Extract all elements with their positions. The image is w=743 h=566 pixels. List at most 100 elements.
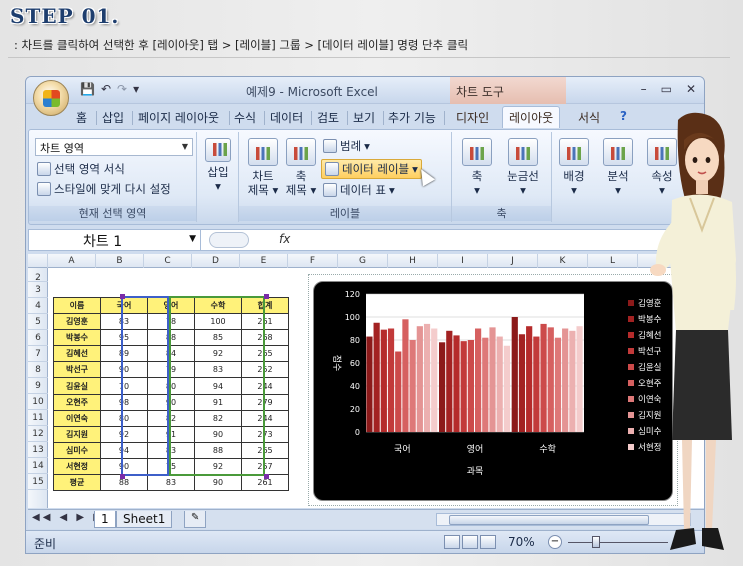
formula-expand-knob[interactable] (209, 232, 249, 248)
table-value-cell[interactable]: 265 (241, 345, 289, 363)
table-value-cell[interactable]: 83 (100, 313, 148, 331)
minimize-button[interactable]: – (641, 82, 647, 96)
bar[interactable] (395, 351, 402, 433)
bar[interactable] (562, 328, 569, 433)
bar[interactable] (373, 322, 380, 432)
bar[interactable] (460, 341, 467, 432)
column-header[interactable]: E (240, 254, 288, 268)
bar-chart[interactable]: 020406080100120국어 영어 수학과목점수김영훈박봉수김혜선박선구김윤실… (314, 282, 674, 502)
column-header[interactable]: L (588, 254, 638, 268)
bar[interactable] (576, 326, 583, 432)
bar[interactable] (526, 326, 533, 432)
sheet-tab-1[interactable]: 1 (94, 511, 116, 528)
table-value-cell[interactable]: 88 (194, 441, 242, 459)
bar[interactable] (431, 328, 438, 433)
name-box[interactable]: 차트 1 ▼ (29, 230, 201, 250)
insert-button[interactable]: 삽입 ▾ (202, 138, 234, 193)
table-value-cell[interactable]: 92 (194, 457, 242, 476)
background-button[interactable]: 배경 ▾ (557, 138, 591, 197)
score-table[interactable]: 이름 국어 영어 수학 합계 김영훈 83 78 100 261 박봉수 95 88 85 268 김혜선 89… (53, 296, 289, 492)
tab-insert[interactable]: 삽입 (102, 109, 124, 126)
table-name-cell[interactable]: 김혜선 (53, 345, 101, 363)
tab-format[interactable]: 서식 (578, 109, 600, 126)
analysis-button[interactable]: 분석 ▾ (601, 138, 635, 197)
row-header[interactable]: 2 (28, 274, 48, 283)
column-header[interactable]: F (288, 254, 338, 268)
tab-layout[interactable]: 레이아웃 (502, 106, 561, 128)
table-value-cell[interactable]: 273 (241, 425, 289, 443)
bar[interactable] (489, 327, 496, 432)
table-header-cell[interactable]: 영어 (147, 296, 195, 315)
table-header-cell[interactable]: 수학 (194, 296, 242, 315)
table-value-cell[interactable]: 82 (194, 409, 242, 427)
tab-home[interactable]: 홈 (76, 109, 87, 126)
table-value-cell[interactable]: 78 (147, 313, 195, 331)
axis-titles-button[interactable]: 축 제목 ▾ (283, 138, 319, 197)
row-header[interactable]: 3 (28, 282, 48, 298)
table-value-cell[interactable]: 83 (147, 441, 195, 459)
table-value-cell[interactable]: 257 (241, 457, 289, 476)
tab-review[interactable]: 검토 (317, 109, 339, 126)
row-header[interactable]: 4 (28, 298, 48, 314)
table-value-cell[interactable]: 92 (194, 345, 242, 363)
bar[interactable] (569, 330, 576, 432)
table-name-cell[interactable]: 평균 (53, 474, 101, 492)
zoom-slider-thumb[interactable] (592, 536, 600, 548)
table-value-cell[interactable]: 252 (241, 361, 289, 379)
bar[interactable] (554, 337, 562, 432)
bar[interactable] (387, 328, 395, 433)
table-name-cell[interactable]: 서현정 (53, 457, 101, 476)
table-value-cell[interactable]: 265 (241, 441, 289, 459)
table-header-cell[interactable]: 국어 (100, 296, 148, 315)
table-name-cell[interactable]: 김윤실 (53, 377, 101, 395)
table-value-cell[interactable]: 90 (194, 474, 242, 492)
table-value-cell[interactable]: 84 (147, 345, 195, 363)
close-button[interactable]: ✕ (686, 82, 696, 96)
zoom-out-icon[interactable]: − (548, 535, 562, 549)
tab-data[interactable]: 데이터 (270, 109, 303, 126)
page-break-view-icon[interactable] (480, 535, 496, 549)
bar[interactable] (533, 336, 540, 432)
table-value-cell[interactable]: 268 (241, 329, 289, 347)
tab-view[interactable]: 보기 (353, 109, 375, 126)
row-header[interactable]: 8 (28, 362, 48, 378)
row-header[interactable]: 13 (28, 442, 48, 458)
table-name-cell[interactable]: 심미수 (53, 441, 101, 459)
table-value-cell[interactable]: 75 (147, 457, 195, 476)
save-icon[interactable]: 💾 (80, 82, 95, 96)
table-value-cell[interactable]: 100 (194, 313, 242, 331)
office-button[interactable] (33, 80, 69, 116)
tab-formulas[interactable]: 수식 (234, 109, 256, 126)
table-value-cell[interactable]: 98 (100, 393, 148, 411)
table-value-cell[interactable]: 82 (147, 409, 195, 427)
bar[interactable] (453, 335, 460, 432)
table-value-cell[interactable]: 89 (100, 345, 148, 363)
bar[interactable] (380, 329, 387, 432)
table-value-cell[interactable]: 244 (241, 409, 289, 427)
bar[interactable] (402, 319, 409, 432)
table-value-cell[interactable]: 94 (194, 377, 242, 395)
table-value-cell[interactable]: 90 (100, 457, 148, 476)
row-header[interactable]: 7 (28, 346, 48, 362)
data-table-button[interactable]: 데이터 표 ▾ (323, 182, 395, 198)
chart-element-dropdown[interactable]: 차트 영역 ▼ (35, 138, 193, 156)
qat-dropdown-icon[interactable]: ▾ (133, 82, 139, 96)
bar[interactable] (446, 330, 453, 432)
table-value-cell[interactable]: 83 (147, 474, 195, 492)
table-value-cell[interactable]: 94 (100, 441, 148, 459)
row-header[interactable]: 6 (28, 330, 48, 346)
table-value-cell[interactable]: 85 (194, 329, 242, 347)
column-header[interactable]: G (338, 254, 388, 268)
table-value-cell[interactable]: 90 (147, 393, 195, 411)
table-value-cell[interactable]: 95 (100, 329, 148, 347)
page-layout-view-icon[interactable] (462, 535, 478, 549)
reset-style-button[interactable]: 스타일에 맞게 다시 설정 (37, 181, 171, 197)
legend-button[interactable]: 범례 ▾ (323, 138, 370, 154)
column-header[interactable]: H (388, 254, 438, 268)
undo-icon[interactable]: ↶ (101, 82, 111, 96)
bar[interactable] (467, 340, 474, 432)
chart-area[interactable]: 0 20 40 60 80 100 120 국어 영어 수학 과목 점수 김영훈 박봉수 김혜선 박선구 김윤실… (313, 281, 673, 501)
column-header[interactable]: A (48, 254, 96, 268)
redo-icon[interactable]: ↷ (117, 82, 127, 96)
row-header[interactable]: 11 (28, 410, 48, 426)
